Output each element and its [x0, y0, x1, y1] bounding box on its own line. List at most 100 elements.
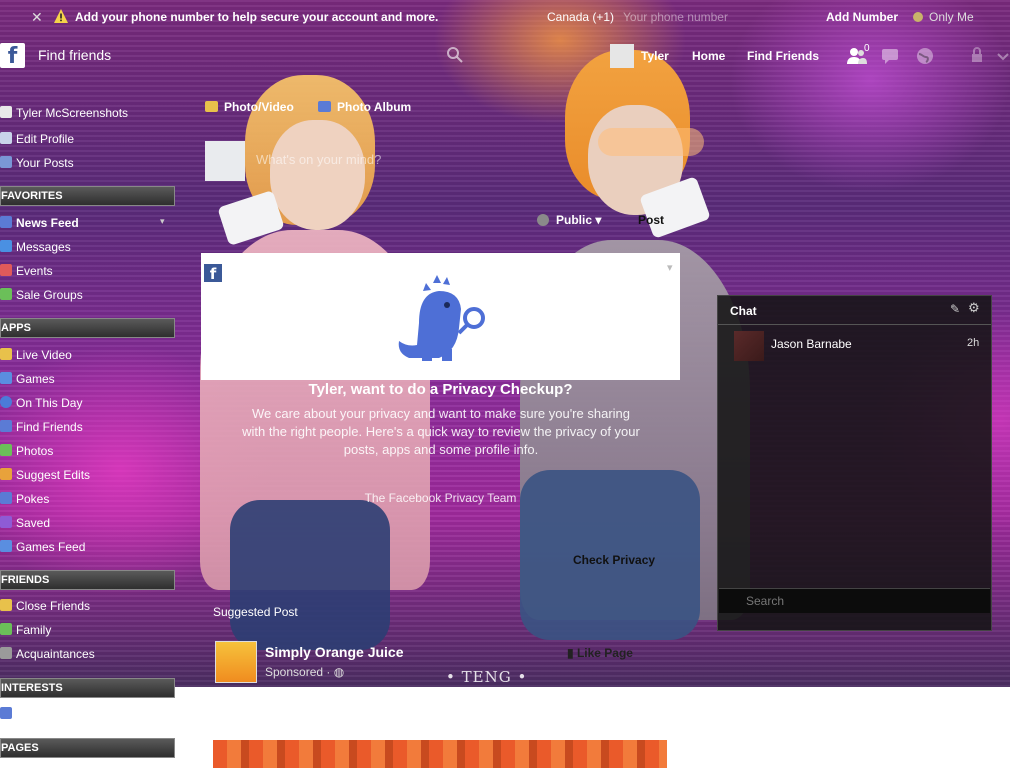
privacy-selector[interactable]: Only Me [913, 10, 974, 24]
profile-avatar-icon [0, 106, 12, 118]
home-link[interactable]: Home [692, 49, 725, 63]
privacy-checkup-card: f ▾ Tyler, want to do a Privacy Checkup?… [201, 253, 680, 593]
calendar-icon [0, 264, 12, 276]
sidebar-item-pokes[interactable]: Pokes [0, 489, 175, 509]
bookmark-icon [0, 516, 12, 528]
sidebar-item-label: Games [16, 372, 55, 386]
sidebar-item-events[interactable]: Events [0, 261, 175, 281]
chat-title: Chat [730, 304, 757, 318]
gear-icon[interactable]: ⚙ [968, 300, 980, 316]
family-icon [0, 623, 12, 635]
sidebar-item-label: Sale Groups [16, 288, 83, 302]
account-menu-chevron-down-icon[interactable] [992, 45, 1014, 67]
rss-feed-icon [0, 707, 12, 719]
section-header-label: FAVORITES [1, 190, 63, 202]
avatar[interactable] [610, 44, 634, 68]
sidebar-item-close-friends[interactable]: Close Friends [0, 596, 175, 616]
sidebar-item-live-video[interactable]: Live Video [0, 345, 175, 365]
chat-search-bar [719, 588, 990, 613]
sidebar-item-label: Events [16, 264, 53, 278]
country-code-select[interactable]: Canada (+1) [547, 10, 614, 24]
add-number-button[interactable]: Add Number [826, 10, 898, 24]
sidebar-item-label: Find Friends [16, 420, 83, 434]
messages-icon[interactable] [879, 45, 901, 67]
close-icon[interactable]: ✕ [31, 9, 43, 26]
facebook-logo-icon[interactable]: f [0, 43, 25, 69]
sidebar-item-photos[interactable]: Photos [0, 441, 175, 461]
facebook-logo-icon: f [204, 264, 222, 283]
photo-album-tab[interactable]: Photo Album [318, 100, 411, 114]
sidebar-item-label: Edit Profile [16, 132, 75, 146]
page-avatar[interactable] [215, 641, 257, 683]
sidebar-item-interests-feed[interactable] [0, 704, 175, 724]
sidebar-item-label: Games Feed [16, 540, 86, 554]
sidebar-item-acquaintances[interactable]: Acquaintances [0, 644, 175, 664]
check-privacy-button[interactable]: Check Privacy [573, 553, 655, 567]
sidebar-item-label: Saved [16, 516, 51, 530]
lock-icon [913, 12, 923, 22]
profile-link[interactable]: Tyler [641, 49, 669, 63]
sidebar-item-profile[interactable]: Tyler McScreenshots [0, 103, 175, 123]
sidebar-item-games-feed[interactable]: Games Feed [0, 537, 175, 557]
section-header-label: INTERESTS [1, 682, 63, 694]
photo-video-tab[interactable]: Photo/Video [205, 100, 294, 114]
sidebar-item-family[interactable]: Family [0, 620, 175, 640]
sidebar-item-label: Live Video [16, 348, 72, 362]
compose-message-icon[interactable]: ✎ [950, 302, 960, 316]
phone-number-input[interactable] [621, 6, 815, 28]
sidebar-item-label: News Feed [16, 216, 79, 230]
privacy-label: Only Me [929, 10, 974, 24]
status-input[interactable]: What's on your mind? [256, 152, 381, 167]
sponsored-label: Sponsored · ◍ [265, 665, 344, 679]
sidebar-item-on-this-day[interactable]: On This Day [0, 393, 175, 413]
sidebar-item-edit-profile[interactable]: Edit Profile [0, 129, 175, 149]
search-icon[interactable] [446, 46, 464, 64]
audience-selector[interactable]: Public ▾ [537, 213, 601, 227]
poke-icon [0, 492, 12, 504]
suggested-post-header: Suggested Post Simply Orange Juice Spons… [201, 594, 680, 687]
person-icon [0, 156, 12, 168]
sidebar-item-messages[interactable]: Messages [0, 237, 175, 257]
chat-search-input[interactable] [744, 592, 978, 610]
sidebar-item-your-posts[interactable]: Your Posts [0, 153, 175, 173]
thumbs-up-icon: ▮ [567, 646, 577, 660]
find-friends-link[interactable]: Find Friends [747, 49, 819, 63]
post-button[interactable]: Post [638, 213, 664, 227]
wallpaper-sunglasses [598, 128, 704, 156]
chat-panel: Chat ✎ ⚙ Jason Barnabe 2h [717, 295, 992, 631]
sidebar-item-label: Your Posts [16, 156, 74, 170]
privacy-shortcuts-icon[interactable] [966, 45, 988, 67]
chevron-down-icon[interactable]: ▾ [160, 216, 165, 227]
news-feed-icon [0, 216, 12, 228]
album-icon [318, 101, 331, 112]
contact-name: Jason Barnabe [771, 337, 852, 351]
sidebar-item-news-feed[interactable]: News Feed ▾ [0, 213, 175, 233]
page-name-link[interactable]: Simply Orange Juice [265, 644, 404, 660]
phone-banner: ✕ Add your phone number to help secure y… [0, 0, 1024, 34]
like-page-button[interactable]: ▮ Like Page [567, 646, 633, 660]
sidebar-item-games[interactable]: Games [0, 369, 175, 389]
sidebar-item-sale-groups[interactable]: Sale Groups [0, 285, 175, 305]
chat-contact-row[interactable]: Jason Barnabe 2h [718, 328, 991, 361]
section-header-label: PAGES [1, 742, 39, 754]
games-feed-icon [0, 540, 12, 552]
chat-header[interactable]: Chat ✎ ⚙ [718, 296, 991, 325]
chevron-down-icon[interactable]: ▾ [667, 261, 673, 274]
sponsored-post-image[interactable] [213, 740, 667, 768]
notifications-globe-icon[interactable] [914, 45, 936, 67]
search-input[interactable]: Find friends [38, 47, 111, 63]
photos-icon [0, 444, 12, 456]
sidebar-item-find-friends[interactable]: Find Friends [0, 417, 175, 437]
audience-label: Public [556, 213, 593, 227]
sidebar-item-suggest-edits[interactable]: Suggest Edits [0, 465, 175, 485]
sidebar-item-saved[interactable]: Saved [0, 513, 175, 533]
banner-message: Add your phone number to help secure you… [75, 10, 439, 24]
sale-groups-icon [0, 288, 12, 300]
suggest-edits-icon [0, 468, 12, 480]
suggested-post-label: Suggested Post [213, 605, 298, 619]
clock-icon [0, 396, 12, 408]
top-nav: f Find friends Tyler Home Find Friends 0 [0, 40, 1024, 72]
composer-avatar [205, 141, 245, 181]
section-header-favorites: FAVORITES [0, 186, 175, 206]
contact-last-active: 2h [967, 337, 980, 349]
